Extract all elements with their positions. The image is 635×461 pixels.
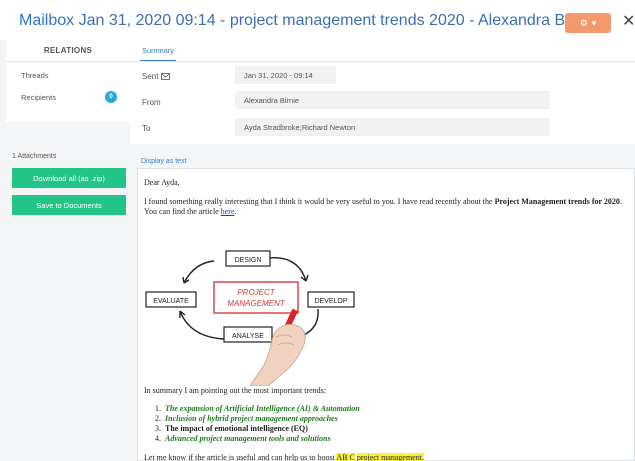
sidebar-item-recipients[interactable]: Recipients [21,93,56,102]
actions-dropdown-button[interactable]: ⚙ ▾ [565,13,611,33]
analyse-label: ANALYSE [232,333,264,340]
pm-center-label-1: PROJECT [237,288,275,297]
hand-illustration [249,308,306,386]
tab-divider [130,61,635,62]
summary-intro: In summary I am pointing out the most im… [144,386,326,395]
list-item: 3. The impact of emotional intelligence (… [155,424,308,433]
from-value[interactable]: Alexandra Birnie [235,91,550,109]
recipients-count-badge: 0 [105,91,117,103]
mailbox-link[interactable]: Mailbox [19,12,74,29]
greeting: Dear Ayda, [144,178,180,187]
email-body: Dear Ayda, I found something really inte… [137,168,635,461]
pm-center-box [213,281,299,314]
chevron-down-icon: ▾ [591,17,597,28]
to-value[interactable]: Ayda Stradbroke;Richard Newton [235,118,550,136]
display-as-text-link[interactable]: Display as text [141,158,187,165]
envelope-icon [160,73,170,80]
trends-list: 1. The expansion of Artificial Intelligen… [155,404,360,444]
article-link[interactable]: here [221,207,235,216]
tab-summary[interactable]: Summary [140,40,176,62]
highlight-abc: AB C [336,453,355,461]
highlight-project-management: project management. [356,453,424,461]
sent-label: Sent [142,72,170,81]
sent-value: Jan 31, 2020 - 09:14 [235,66,336,84]
gear-icon: ⚙ [579,17,588,28]
save-to-documents-button[interactable]: Save to Documents [12,195,126,215]
relations-panel: RELATIONS Threads Recipients 0 [6,40,130,122]
from-label: From [142,98,161,107]
evaluate-label: EVALUATE [153,298,189,305]
sidebar-item-threads[interactable]: Threads [21,71,49,80]
paragraph-intro: I found something really interesting tha… [144,197,622,216]
closing-line: Let me know if the article is useful and… [144,453,424,461]
list-item: 2. Inclusion of hybrid project management… [155,414,338,423]
window-title: Mailbox Jan 31, 2020 09:14 - project man… [19,12,595,30]
download-all-button[interactable]: Download all (as .zip) [12,168,126,188]
relations-heading: RELATIONS [6,40,130,62]
design-label: DESIGN [235,257,262,264]
develop-label: DEVELOP [314,298,347,305]
list-item: 1. The expansion of Artificial Intelligen… [155,404,360,413]
attachments-label: 1 Attachments [12,153,57,160]
list-item: 4. Advanced project management tools and … [155,434,331,443]
to-label: To [142,124,151,133]
pm-center-label-2: MANAGEMENT [227,299,285,308]
summary-panel: Summary Sent Jan 31, 2020 - 09:14 From A… [130,40,635,144]
window-header: Mailbox Jan 31, 2020 09:14 - project man… [0,0,635,40]
project-management-illustration: DESIGN EVALUATE DEVELOP ANALYSE PROJECT … [145,250,355,386]
email-title: Jan 31, 2020 09:14 - project management … [78,12,596,29]
close-icon[interactable]: ✕ [622,11,635,31]
